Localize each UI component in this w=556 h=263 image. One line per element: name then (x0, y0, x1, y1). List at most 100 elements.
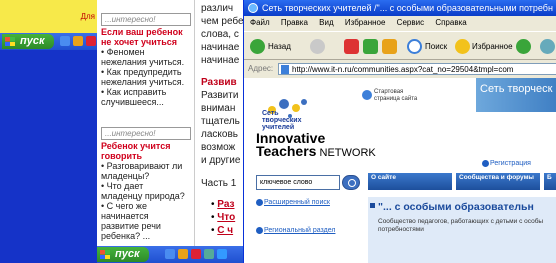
quicklaunch-ie-icon[interactable] (60, 36, 70, 46)
itn-logo-bold: Teachers (256, 143, 317, 159)
note-line: младенцы? (101, 171, 150, 181)
stop-icon[interactable] (344, 39, 359, 54)
window-title: Сеть творческих учителей /"... с особыми… (262, 3, 553, 13)
bullet-square-icon (370, 203, 375, 208)
notes-column: ...интересно! Если ваш ребенок не хочет … (97, 0, 195, 263)
home-icon[interactable] (382, 39, 397, 54)
web-page: Сеть творческ Сеть творческих учителей С… (244, 78, 556, 263)
note-line: • Что дает (101, 181, 144, 191)
quicklaunch-ie-icon[interactable] (165, 249, 175, 259)
note-line: • Разговаривают ли (101, 161, 183, 171)
note-line: младенцу природа? (101, 191, 185, 201)
start-label: пуск (115, 248, 140, 260)
advanced-search-link[interactable]: Расширенный поиск (264, 199, 330, 206)
back-arrow-icon[interactable] (250, 39, 265, 54)
note-line: • Как предупредить (101, 67, 182, 77)
ie-icon (248, 3, 258, 13)
star-icon[interactable] (455, 39, 470, 54)
address-bar: Адрес: http://www.it-n.ru/communities.as… (244, 61, 556, 77)
tab-about[interactable]: О сайте (368, 173, 452, 190)
registration-link[interactable]: Регистрация (490, 160, 531, 167)
note-line: • Феномен (101, 47, 145, 57)
community-panel: "... с особыми образовательн Сообщество … (368, 197, 556, 263)
windows-logo-icon (100, 250, 110, 259)
windows-logo-icon (5, 37, 15, 46)
home-page-link[interactable]: Стартовая страница сайта (374, 89, 417, 103)
registration-icon (482, 160, 489, 167)
menu-favorites[interactable]: Избранное (345, 18, 386, 27)
note-line: начинается (101, 211, 149, 221)
quicklaunch-media-icon[interactable] (191, 249, 201, 259)
note-card-1: ...интересно! Если ваш ребенок не хочет … (97, 10, 194, 107)
history-icon[interactable] (516, 39, 531, 54)
home-link-line: Стартовая (374, 89, 404, 95)
favorites-button[interactable]: Избранное (472, 38, 513, 55)
bullet-link-text: С ч (217, 225, 234, 236)
toolbar: Назад Поиск Избранное (244, 31, 556, 60)
menu-file[interactable]: Файл (250, 18, 270, 27)
logo-line: творческих (262, 117, 302, 124)
network-logo-text[interactable]: Сеть творческих учителей (262, 110, 301, 131)
note-line: ребенка? ... (101, 231, 151, 241)
note-card-2: ...интересно! Ребенок учится говорить • … (97, 124, 194, 241)
note-title-line: говорить (101, 151, 143, 161)
browser-window: Сеть творческих учителей /"... с особыми… (243, 0, 556, 263)
menu-edit[interactable]: Правка (281, 18, 308, 27)
note-title-line: Если ваш ребенок (101, 27, 183, 37)
note-header: ...интересно! (101, 127, 191, 140)
menu-help[interactable]: Справка (435, 18, 466, 27)
quicklaunch-media-icon[interactable] (86, 36, 96, 46)
menu-tools[interactable]: Сервис (397, 18, 424, 27)
page-icon (281, 65, 289, 74)
desktop-notice-text: Для (80, 12, 95, 21)
site-search-button[interactable] (342, 175, 360, 190)
logo-line: Сеть (262, 110, 279, 117)
site-banner: Сеть творческ (476, 78, 556, 112)
tab-partial[interactable]: Б (544, 173, 556, 190)
home-page-icon[interactable] (362, 90, 372, 100)
regional-section-icon (256, 227, 263, 234)
itn-logo-line2: Teachers NETWORK (256, 144, 376, 160)
start-button[interactable]: пуск (2, 34, 54, 49)
note-line: • С чего же (101, 201, 147, 211)
search-icon[interactable] (407, 39, 422, 54)
desktop-background (0, 33, 97, 263)
note-header: ...интересно! (101, 13, 191, 26)
mail-icon[interactable] (540, 39, 555, 54)
note-title[interactable]: Если ваш ребенок не хочет учиться (97, 26, 194, 47)
tab-communities[interactable]: Сообщества и форумы (456, 173, 540, 190)
address-input[interactable]: http://www.it-n.ru/communities.aspx?cat_… (278, 63, 556, 75)
refresh-icon[interactable] (363, 39, 378, 54)
taskbar-secondary: пуск (97, 246, 247, 263)
advanced-search-icon (256, 199, 263, 206)
window-titlebar[interactable]: Сеть творческих учителей /"... с особыми… (244, 0, 556, 16)
bullet-link-text: Раз (217, 199, 235, 210)
note-line: случившееся... (101, 97, 164, 107)
address-url: http://www.it-n.ru/communities.aspx?cat_… (292, 65, 514, 74)
forward-arrow-icon[interactable] (310, 39, 325, 54)
note-line: • Как исправить (101, 87, 167, 97)
search-button[interactable]: Поиск (425, 38, 447, 55)
site-search-input[interactable]: ключевое слово (256, 175, 340, 190)
note-title-line: Ребенок учится (101, 141, 171, 151)
note-title-line: не хочет учиться (101, 37, 177, 47)
note-line: нежелания учиться. (101, 57, 185, 67)
address-label: Адрес: (248, 64, 274, 73)
note-line: нежелания учиться. (101, 77, 185, 87)
quicklaunch-folder-icon[interactable] (178, 249, 188, 259)
menu-bar: Файл Правка Вид Избранное Сервис Справка (244, 16, 556, 30)
quicklaunch-app-icon[interactable] (204, 249, 214, 259)
menu-view[interactable]: Вид (319, 18, 333, 27)
community-description: Сообщество педагогов, работающих с детьм… (378, 218, 544, 233)
quicklaunch-browser-icon[interactable] (217, 249, 227, 259)
start-button[interactable]: пуск (97, 247, 149, 262)
regional-section-link[interactable]: Региональный раздел (264, 227, 335, 234)
taskbar: пуск (0, 33, 97, 50)
desktop-notice: Для (0, 0, 97, 33)
back-button[interactable]: Назад (268, 38, 291, 55)
note-line: развитие речи (101, 221, 161, 231)
quicklaunch-folder-icon[interactable] (73, 36, 83, 46)
note-title[interactable]: Ребенок учится говорить (97, 140, 194, 161)
itn-logo-network: NETWORK (316, 147, 376, 159)
start-label: пуск (20, 35, 45, 47)
